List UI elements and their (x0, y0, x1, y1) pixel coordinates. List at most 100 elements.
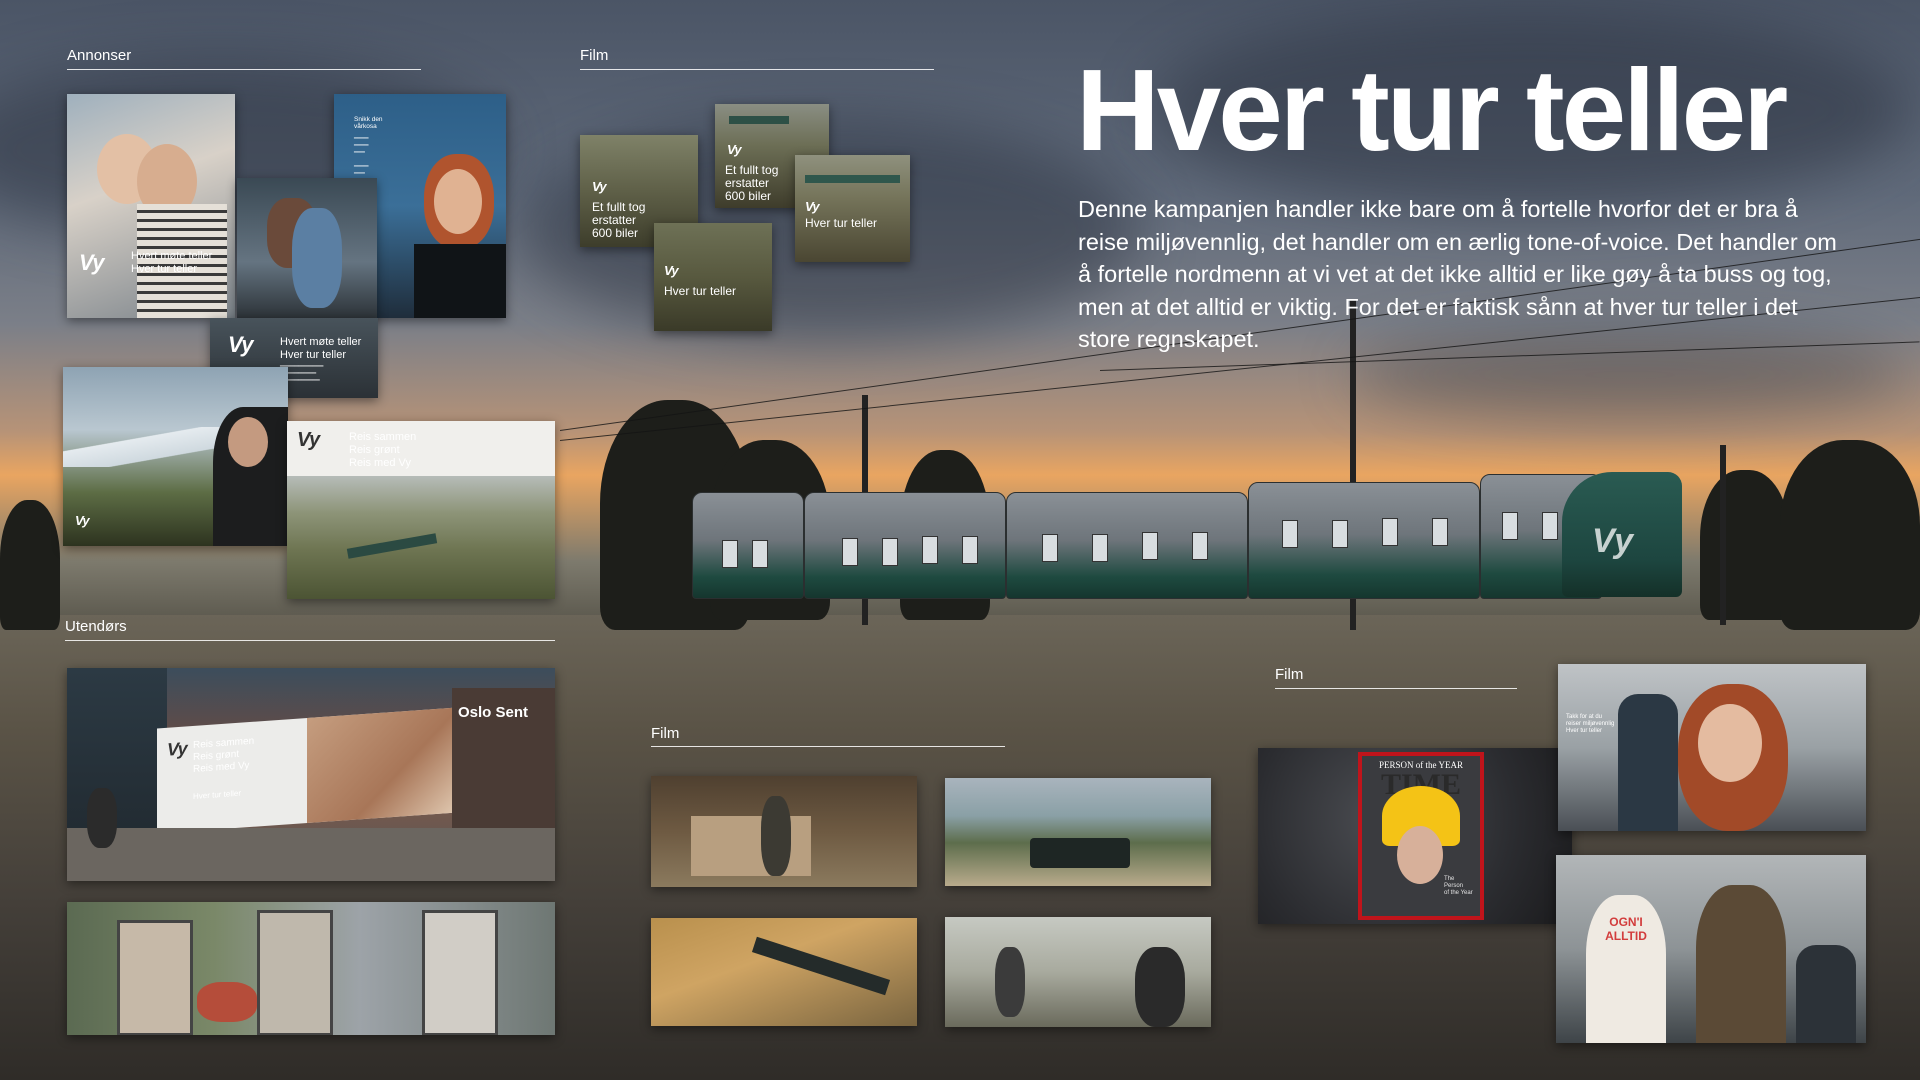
billboard-photo (307, 707, 457, 823)
train-window (882, 538, 898, 566)
magazine-small-text: The Person of the Year (1444, 876, 1473, 896)
section-label-film-right: Film (1275, 666, 1304, 683)
train-window (1502, 512, 1518, 540)
section-label-film-mid: Film (651, 725, 680, 742)
train-seat (1618, 694, 1678, 831)
vy-logo: Vy (75, 513, 90, 528)
print-ad-children: Vy Hvert møte teller Hver tur teller (67, 94, 235, 318)
section-rule (1275, 688, 1517, 689)
vy-logo: Vy (297, 429, 320, 451)
bus (1030, 838, 1130, 868)
dark-jacket (414, 244, 506, 318)
train-window (752, 540, 768, 568)
street (67, 828, 555, 881)
intro-text: Denne kampanjen handler ikke bare om å f… (1078, 196, 1837, 352)
tree (0, 500, 60, 630)
film-card-caption: Et fullt tog erstatter 600 biler (592, 200, 646, 240)
station-sign: Oslo Sent (458, 704, 529, 721)
person (995, 947, 1025, 1017)
train-window (1282, 520, 1298, 548)
vy-logo: Vy (592, 179, 607, 194)
ad-headline: Hvert møte teller Hver tur teller (280, 336, 362, 361)
vy-logo: Vy (228, 332, 253, 357)
film-still-living-room (651, 776, 917, 887)
film-still-magazine: PERSON of the YEAR TIME The Person of th… (1258, 748, 1572, 924)
print-ad-landscape: Vy Reis sammen Reis grønt Reis med Vy (287, 421, 555, 599)
film-still-train-aerial (651, 918, 917, 1026)
train-window (962, 536, 978, 564)
person (1135, 947, 1185, 1027)
vy-logo: Vy (167, 738, 187, 760)
cyclist (87, 788, 117, 848)
passenger-shirt: OGN'I ALLTID (1586, 895, 1666, 1043)
film-still-kitchen (945, 917, 1211, 1027)
section-rule (651, 746, 1005, 747)
train-window (1332, 520, 1348, 548)
boxes (691, 816, 811, 876)
train-window (1092, 534, 1108, 562)
older-passenger (1696, 885, 1786, 1043)
film-still-passengers: OGN'I ALLTID (1556, 855, 1866, 1043)
outdoor-bus-stops-photo (67, 902, 555, 1035)
ad-headline: Snikk den vårkosa (354, 116, 383, 130)
film-card-4: Vy Hver tur teller (654, 223, 772, 331)
section-label-annonser: Annonser (67, 47, 132, 64)
outdoor-billboard-photo: Vy Reis sammen Reis grønt Reis med Vy Hv… (67, 668, 555, 881)
ad-headline: Hvert møte teller Hver tur teller (131, 250, 213, 275)
vy-train: Vy (692, 462, 1682, 622)
magazine-cover: PERSON of the YEAR TIME The Person of th… (1358, 752, 1484, 920)
person (761, 796, 791, 876)
train-aerial (751, 936, 891, 996)
tree (1780, 440, 1920, 630)
seat-note: Takk for at du reiser miljøvennlig Hver … (1566, 714, 1615, 734)
train-in-landscape (729, 116, 789, 124)
section-rule (67, 69, 421, 70)
train-window (1042, 534, 1058, 562)
print-ad-mountains: Vy (63, 367, 288, 546)
train-window (1382, 518, 1398, 546)
flowers (197, 982, 257, 1022)
section-rule (65, 640, 555, 641)
section-label-utendors: Utendørs (65, 618, 127, 635)
film-card-caption: Hver tur teller (664, 284, 737, 298)
train-logo: Vy (1592, 522, 1633, 560)
vy-logo: Vy (727, 142, 742, 157)
train-window (842, 538, 858, 566)
train-window (1432, 518, 1448, 546)
section-rule (580, 69, 934, 70)
film-still-woman-eating: Takk for at du reiser miljøvennlig Hver … (1558, 664, 1866, 831)
man-face (228, 417, 268, 467)
campaign-board: Vy Hver tur teller Denne kampanjen handl… (0, 0, 1920, 1080)
page-title: Hver tur teller (1076, 45, 1788, 175)
vy-logo: Vy (79, 250, 104, 275)
shirt-text: OGN'I ALLTID (1605, 915, 1647, 943)
ad-headline: Reis sammen Reis grønt Reis med Vy (349, 431, 417, 469)
print-ad-couple (237, 178, 377, 318)
ad-panel (117, 920, 193, 1035)
billboard: Vy Reis sammen Reis grønt Reis med Vy Hv… (157, 707, 457, 834)
vy-logo: Vy (664, 263, 679, 278)
train-car (692, 492, 804, 599)
train-window (922, 536, 938, 564)
ad-panel (422, 910, 498, 1035)
train-window (722, 540, 738, 568)
train-window (1142, 532, 1158, 560)
section-label-film-top: Film (580, 47, 609, 64)
train-seat (1796, 945, 1856, 1043)
billboard-headline: Reis sammen Reis grønt Reis med Vy (193, 735, 255, 775)
train-in-landscape (805, 175, 900, 183)
film-card-3: Vy Hver tur teller (795, 155, 910, 262)
ad-body: ━━━━ ━━━━ ━━━ ━━━━ ━━━ (354, 136, 369, 177)
film-card-caption: Hver tur teller (805, 216, 878, 230)
catenary-pole (1720, 445, 1726, 625)
tree (1700, 470, 1790, 620)
film-still-bus (945, 778, 1211, 886)
billboard-subline: Hver tur teller (193, 788, 242, 801)
couple-figure (292, 208, 342, 308)
ad-body: ━━━━━━━━━━━━ ━━━━━━━━━━ ━━━━━━━━━━━ (280, 364, 324, 384)
woman-face (1698, 704, 1762, 782)
film-card-caption: Et fullt tog erstatter 600 biler (725, 163, 779, 203)
train-window (1542, 512, 1558, 540)
cover-face (1397, 826, 1443, 884)
train-window (1192, 532, 1208, 560)
